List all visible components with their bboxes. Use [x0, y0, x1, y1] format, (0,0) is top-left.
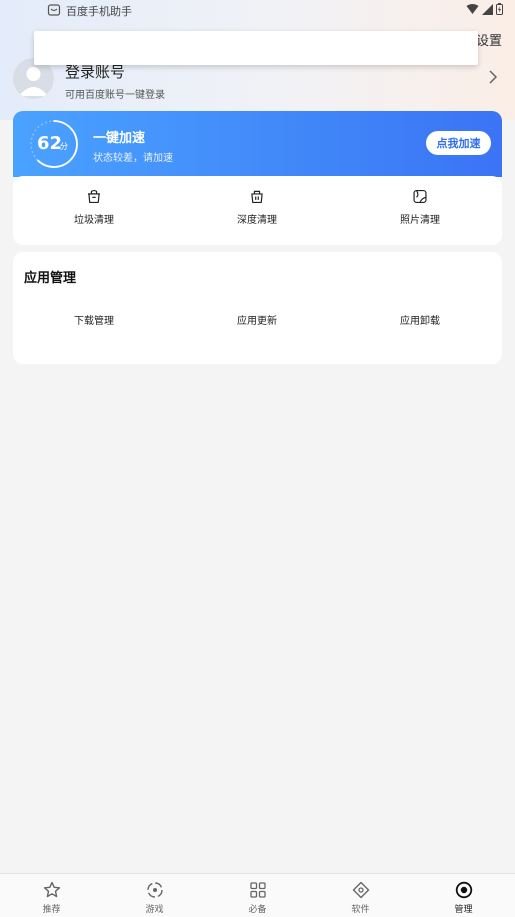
nav-label: 推荐 [42, 905, 61, 915]
app-update-item[interactable]: 应用更新 [197, 252, 317, 327]
clean-item-label: 垃圾清理 [74, 215, 114, 226]
settings-label: 设置 [475, 34, 502, 49]
score-value: 62 [37, 133, 63, 154]
wifi-icon [466, 3, 479, 14]
speed-title: 一键加速 [93, 131, 146, 146]
notification-app-icon [47, 4, 61, 16]
clean-card: 垃圾清理 深度清理 照片清理 [13, 176, 502, 245]
app-item-label: 应用卸载 [400, 316, 440, 327]
deep-clean-icon [251, 190, 263, 204]
status-bar: 百度手机助手 [0, 0, 515, 22]
nav-item-recommend[interactable]: 推荐 [0, 874, 103, 917]
clean-item-label: 深度清理 [237, 215, 277, 226]
trash-clean-item[interactable]: 垃圾清理 [34, 176, 154, 226]
signal-icon [482, 3, 493, 15]
nav-item-games[interactable]: 游戏 [103, 874, 206, 917]
photo-clean-icon [413, 189, 427, 204]
app-management-card: 应用管理 下载管理 应用更新 应用卸载 [13, 252, 502, 364]
nav-item-essentials[interactable]: 必备 [206, 874, 309, 917]
clean-item-label: 照片清理 [400, 215, 440, 226]
bottom-nav: 推荐 游戏 必备 软件 管理 [0, 873, 515, 917]
notification-app-name: 百度手机助手 [66, 5, 132, 18]
speed-subtitle: 状态较差，请加速 [93, 153, 173, 164]
popup-overlay[interactable] [34, 31, 478, 65]
trash-bin-icon [88, 189, 100, 204]
nav-item-manage[interactable]: 管理 [412, 874, 515, 917]
login-subtitle: 可用百度账号一键登录 [65, 90, 165, 101]
nav-label: 软件 [351, 905, 370, 915]
deep-clean-item[interactable]: 深度清理 [197, 176, 317, 226]
system-status-icons [466, 3, 503, 15]
star-icon [43, 881, 60, 898]
app-uninstall-item[interactable]: 应用卸载 [360, 252, 480, 327]
manage-icon [455, 881, 472, 899]
app-item-label: 应用更新 [237, 316, 277, 327]
grid-icon [249, 882, 266, 898]
nav-label: 游戏 [145, 905, 164, 915]
nav-label: 必备 [248, 905, 267, 915]
app-item-label: 下载管理 [74, 316, 114, 327]
speed-up-card[interactable]: 62 分 一键加速 状态较差，请加速 点我加速 [13, 111, 502, 177]
photo-clean-item[interactable]: 照片清理 [360, 176, 480, 226]
download-manage-item[interactable]: 下载管理 [34, 252, 154, 327]
nav-label: 管理 [454, 905, 473, 915]
speed-up-button[interactable]: 点我加速 [426, 131, 491, 155]
chevron-right-icon[interactable] [488, 70, 498, 84]
gamepad-icon [146, 882, 163, 898]
score-unit: 分 [60, 142, 68, 151]
diamond-icon [352, 881, 369, 899]
battery-icon [496, 3, 503, 15]
nav-item-software[interactable]: 软件 [309, 874, 412, 917]
